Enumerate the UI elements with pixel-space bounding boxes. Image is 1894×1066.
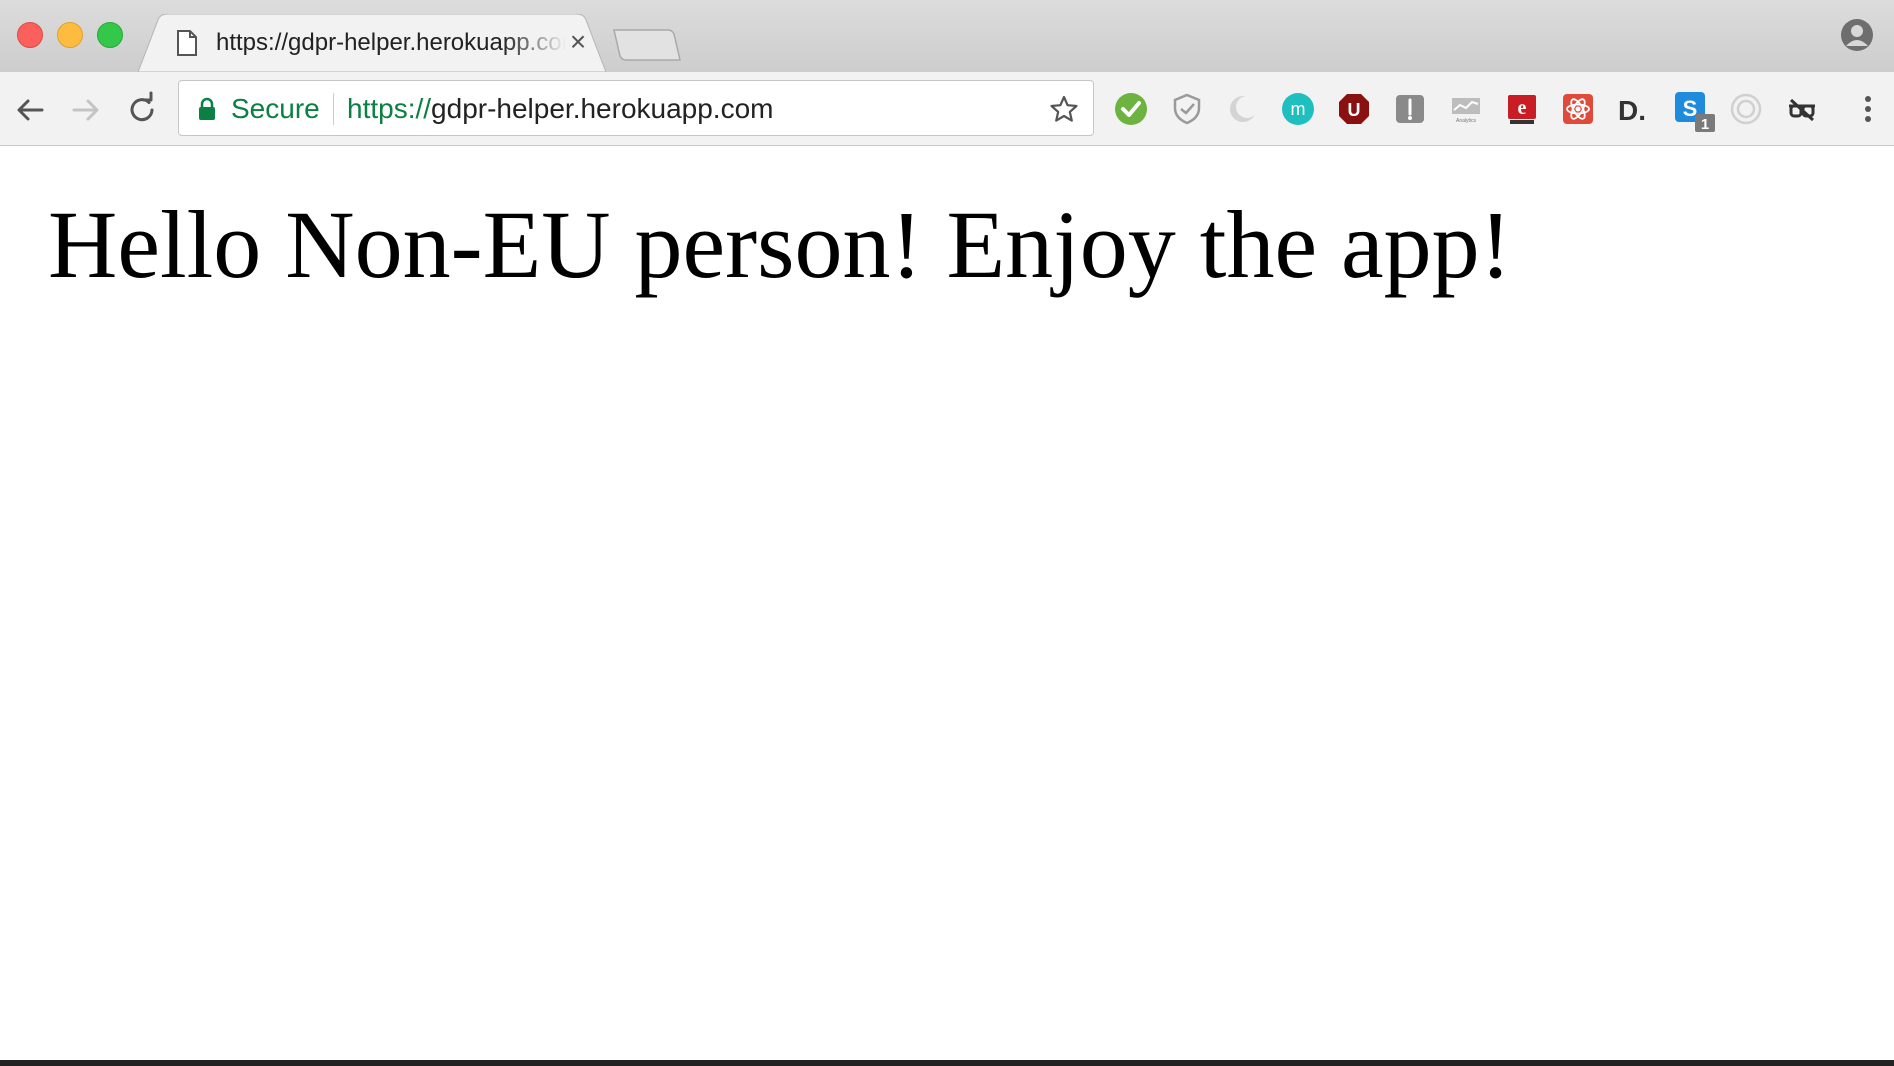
forward-arrow-icon[interactable] <box>66 90 106 130</box>
window-bottom-edge <box>0 1060 1894 1066</box>
active-tab[interactable]: https://gdpr-helper.herokuapp.com × <box>138 14 606 72</box>
address-bar[interactable]: Secure https://gdpr-helper.herokuapp.com <box>178 80 1094 136</box>
tab-strip: https://gdpr-helper.herokuapp.com × <box>0 0 1894 72</box>
bookmark-star-icon[interactable] <box>1049 94 1079 124</box>
d-extension-glyph: D. <box>1618 95 1646 126</box>
page-heading: Hello Non-EU person! Enjoy the app! <box>48 191 1512 298</box>
window-close-button[interactable] <box>17 22 43 48</box>
page-viewport: Hello Non-EU person! Enjoy the app! <box>0 146 1894 1060</box>
ublock-extension-icon[interactable]: U <box>1337 92 1371 126</box>
back-arrow-icon[interactable] <box>10 90 50 130</box>
analytics-extension-icon[interactable]: Analytics <box>1449 92 1483 126</box>
window-minimize-button[interactable] <box>57 22 83 48</box>
ublock-extension-glyph: U <box>1348 100 1361 120</box>
address-separator <box>333 93 334 125</box>
browser-toolbar: Secure https://gdpr-helper.herokuapp.com… <box>0 72 1894 146</box>
target-extension-icon[interactable] <box>1729 92 1763 126</box>
new-tab-button[interactable] <box>612 28 682 62</box>
window-zoom-button[interactable] <box>97 22 123 48</box>
react-devtools-extension-icon[interactable] <box>1561 92 1595 126</box>
erlang-extension-icon[interactable]: e <box>1505 92 1539 126</box>
crescent-extension-icon[interactable] <box>1226 92 1260 126</box>
url-text[interactable]: https://gdpr-helper.herokuapp.com <box>347 93 774 125</box>
skype-extension-icon[interactable]: S 1 <box>1673 90 1717 134</box>
check-extension-icon[interactable] <box>1114 92 1148 126</box>
reload-icon[interactable] <box>122 90 162 130</box>
d-extension-icon[interactable]: D. <box>1617 92 1651 126</box>
tab-title: https://gdpr-helper.herokuapp.com <box>216 29 566 56</box>
profile-avatar-icon[interactable] <box>1840 18 1874 52</box>
erlang-extension-glyph: e <box>1518 97 1527 119</box>
url-host: gdpr-helper.herokuapp.com <box>431 93 774 124</box>
secure-label[interactable]: Secure <box>231 93 320 125</box>
tool-extension-icon[interactable] <box>1393 92 1427 126</box>
skype-badge-count: 1 <box>1701 116 1709 133</box>
tab-close-icon[interactable]: × <box>566 28 590 56</box>
more-menu-icon[interactable] <box>1856 92 1880 126</box>
page-icon <box>177 30 197 56</box>
lock-icon[interactable] <box>197 97 217 121</box>
url-scheme: https:// <box>347 93 432 124</box>
m-extension-icon[interactable]: m <box>1281 92 1315 126</box>
analytics-caption: Analytics <box>1456 118 1477 124</box>
glasses-extension-icon[interactable] <box>1785 92 1819 126</box>
shield-extension-icon[interactable] <box>1170 92 1204 126</box>
m-extension-glyph: m <box>1291 99 1306 119</box>
